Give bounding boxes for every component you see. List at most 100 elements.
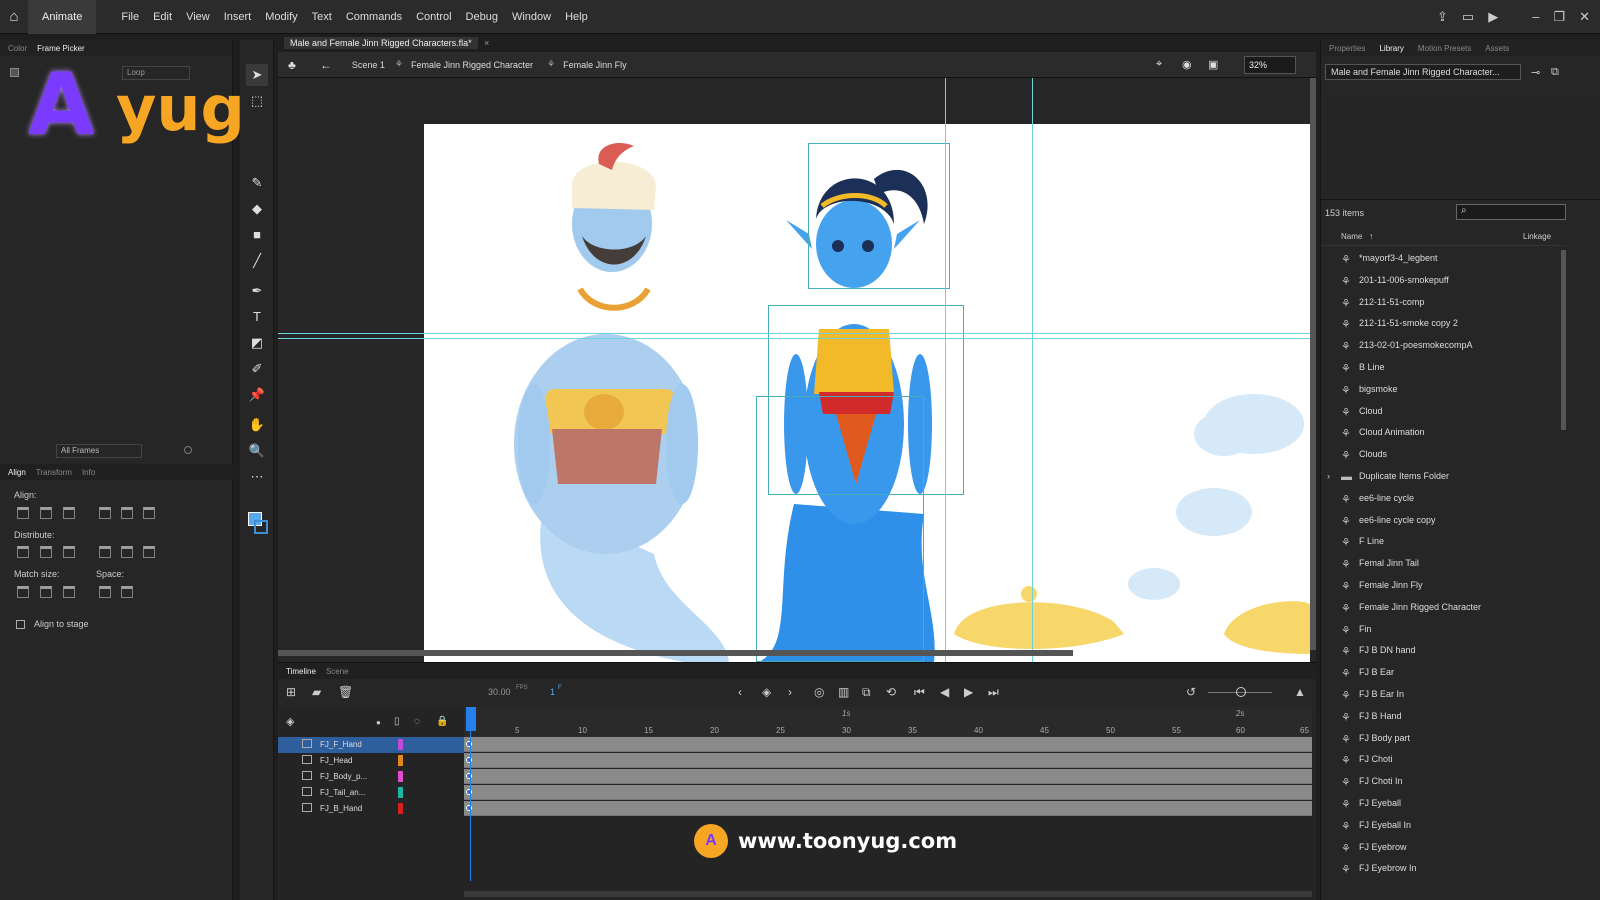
more-tools-icon[interactable]: ⋯ (246, 466, 268, 488)
tab-scene[interactable]: Scene (326, 667, 349, 676)
edit-multiple-frames-icon[interactable]: ▥ (838, 685, 849, 699)
library-item[interactable]: ⚘ ee6-line cycle (1321, 488, 1561, 509)
frame-picker-checkbox[interactable] (10, 68, 19, 77)
new-folder-icon[interactable]: ▰ (312, 685, 321, 699)
zoom-mountain-icon[interactable]: ▲ (1294, 685, 1306, 699)
paint-bucket-tool-icon[interactable]: ◩ (246, 332, 268, 354)
library-item[interactable]: ⚘ FJ Choti (1321, 749, 1561, 770)
layer-color-swatch[interactable] (398, 803, 403, 814)
menu-window[interactable]: Window (505, 11, 558, 23)
frame-span[interactable] (464, 801, 1312, 816)
library-item[interactable]: ⚘ FJ B Ear In (1321, 684, 1561, 705)
frame-ruler[interactable] (464, 707, 1312, 737)
menu-debug[interactable]: Debug (459, 11, 505, 23)
tab-assets[interactable]: Assets (1485, 44, 1509, 53)
new-library-icon[interactable]: ⧉ (1551, 66, 1559, 79)
menu-view[interactable]: View (179, 11, 217, 23)
library-item[interactable]: ⚘ FJ B DN hand (1321, 640, 1561, 661)
tab-transform[interactable]: Transform (36, 468, 72, 477)
timeline-scrollbar[interactable] (464, 891, 1312, 897)
app-tab[interactable]: Animate (28, 0, 97, 34)
tab-timeline[interactable]: Timeline (286, 667, 316, 676)
playhead[interactable] (466, 707, 476, 731)
distribute-bottom-icon[interactable] (63, 546, 75, 558)
step-back-icon[interactable]: ◀ (940, 685, 949, 699)
library-item[interactable]: ⚘ FJ Body part (1321, 728, 1561, 749)
distribute-hcenter-icon[interactable] (121, 546, 133, 558)
layer-row[interactable]: FJ_F_Hand (278, 737, 464, 753)
zoom-slider-knob-icon[interactable] (1236, 687, 1246, 697)
symbol-edit-icon[interactable]: ♣ (288, 58, 296, 72)
library-item[interactable]: ⚘ ee6-line cycle copy (1321, 510, 1561, 531)
library-item[interactable]: ⚘ 212-11-51-comp (1321, 292, 1561, 313)
library-scrollbar[interactable] (1561, 250, 1566, 430)
guide-vertical-1[interactable] (945, 78, 946, 662)
menu-text[interactable]: Text (305, 11, 339, 23)
menu-edit[interactable]: Edit (146, 11, 179, 23)
distribute-left-icon[interactable] (99, 546, 111, 558)
frames-select[interactable]: All Frames (56, 444, 142, 458)
tab-properties[interactable]: Properties (1329, 44, 1365, 53)
library-item[interactable]: ⚘ Fin (1321, 619, 1561, 640)
insert-keyframe-icon[interactable]: ◈ (762, 685, 771, 699)
library-item[interactable]: ⚘ Cloud (1321, 401, 1561, 422)
next-keyframe-icon[interactable]: › (788, 685, 792, 699)
tab-info[interactable]: Info (82, 468, 95, 477)
menu-commands[interactable]: Commands (339, 11, 409, 23)
fps-value[interactable]: 30.00 (488, 687, 511, 697)
frame-span[interactable] (464, 737, 1312, 752)
menu-control[interactable]: Control (409, 11, 458, 23)
outline-icon[interactable]: ▯ (394, 716, 400, 727)
library-item[interactable]: ⚘ bigsmoke (1321, 379, 1561, 400)
test-movie-icon[interactable]: ▶ (1488, 9, 1498, 25)
home-icon[interactable]: ⌂ (0, 0, 28, 34)
minimize-icon[interactable]: – (1532, 9, 1539, 24)
onion-skin-icon[interactable]: ◎ (814, 685, 824, 699)
align-to-stage-checkbox[interactable] (16, 620, 25, 629)
document-tab[interactable]: Male and Female Jinn Rigged Characters.f… (284, 37, 478, 49)
layer-row[interactable]: FJ_B_Hand (278, 801, 464, 817)
expand-chevron-icon[interactable]: › (1327, 471, 1330, 481)
match-both-icon[interactable] (63, 586, 75, 598)
eyedropper-tool-icon[interactable]: ✐ (246, 358, 268, 380)
guide-horizontal-2[interactable] (278, 338, 1316, 339)
share-icon[interactable]: ⇪ (1437, 9, 1448, 25)
play-icon[interactable]: ▶ (964, 685, 973, 699)
menu-file[interactable]: File (114, 11, 146, 23)
col-linkage[interactable]: Linkage (1523, 232, 1551, 241)
align-bottom-icon[interactable] (143, 507, 155, 519)
space-horizontal-icon[interactable] (121, 586, 133, 598)
workspace-icon[interactable]: ▭ (1462, 9, 1474, 25)
visibility-icon[interactable]: ◌ (414, 716, 420, 727)
eraser-tool-icon[interactable]: ◆ (246, 198, 268, 220)
rectangle-tool-icon[interactable]: ■ (246, 224, 268, 246)
layer-color-swatch[interactable] (398, 739, 403, 750)
pen-tool-icon[interactable]: ✒ (246, 280, 268, 302)
match-height-icon[interactable] (40, 586, 52, 598)
clip-icon[interactable]: ▣ (1208, 58, 1218, 71)
stage[interactable] (424, 124, 1310, 662)
keyframe-icon[interactable] (466, 741, 472, 747)
tab-align[interactable]: Align (8, 468, 26, 477)
col-name[interactable]: Name (1341, 232, 1362, 241)
distribute-vcenter-icon[interactable] (40, 546, 52, 558)
menu-modify[interactable]: Modify (258, 11, 304, 23)
menu-help[interactable]: Help (558, 11, 595, 23)
layer-row[interactable]: FJ_Body_p... (278, 769, 464, 785)
space-vertical-icon[interactable] (99, 586, 111, 598)
library-item[interactable]: ⚘ FJ B Hand (1321, 706, 1561, 727)
library-item[interactable]: ⚘ FJ Eyeball (1321, 793, 1561, 814)
frame-span[interactable] (464, 785, 1312, 800)
text-tool-icon[interactable]: T (246, 306, 268, 328)
keyframe-icon[interactable] (466, 757, 472, 763)
undo-icon[interactable]: ↺ (1186, 685, 1196, 699)
close-tab-icon[interactable]: × (484, 38, 489, 48)
keyframe-icon[interactable] (466, 789, 472, 795)
layer-row[interactable]: FJ_Tail_an... (278, 785, 464, 801)
menu-insert[interactable]: Insert (217, 11, 259, 23)
line-tool-icon[interactable]: ╱ (246, 250, 268, 272)
keyframe-icon[interactable] (466, 805, 472, 811)
tab-color[interactable]: Color (8, 44, 27, 53)
goto-first-icon[interactable]: ⏮ (914, 685, 925, 700)
lock-icon[interactable]: 🔒 (436, 716, 448, 727)
